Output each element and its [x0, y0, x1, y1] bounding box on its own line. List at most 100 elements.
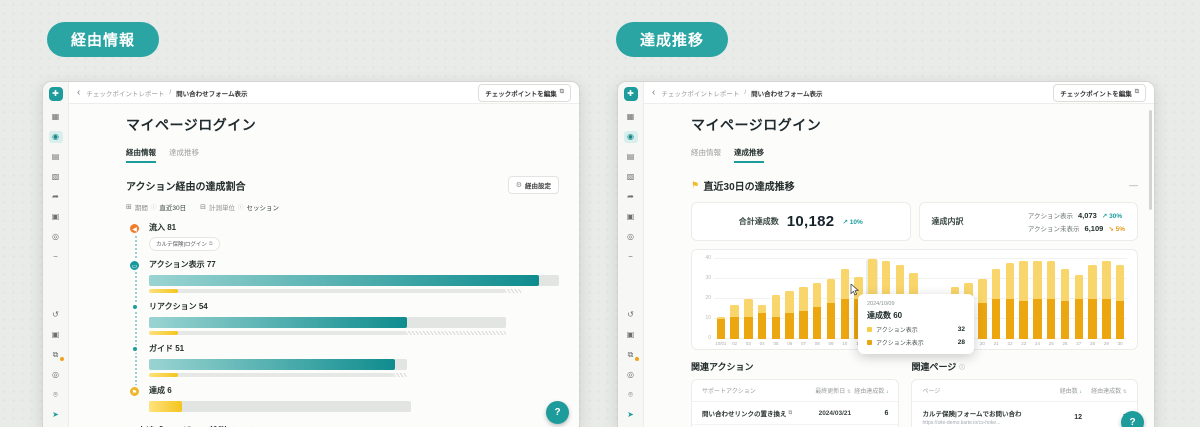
history-icon[interactable]: ↺: [624, 309, 638, 321]
tab-tassei-suii[interactable]: 達成推移: [734, 147, 764, 163]
external-link-icon: ⧉: [559, 89, 564, 95]
breadcrumb-root[interactable]: チェックポイントレポート: [661, 88, 739, 98]
tab-tassei-suii[interactable]: 達成推移: [169, 147, 199, 163]
bar-22[interactable]: [1004, 259, 1016, 339]
bar-05[interactable]: [770, 259, 782, 339]
breadcrumb-root[interactable]: チェックポイントレポート: [86, 88, 164, 98]
bar-02[interactable]: [729, 259, 741, 339]
bar-10-01[interactable]: [715, 259, 727, 339]
window-icon[interactable]: ▣: [624, 329, 638, 341]
target-icon[interactable]: ◎: [49, 231, 63, 243]
info-icon: ⓘ: [150, 205, 157, 211]
funnel-step-label: 達成 6: [149, 386, 172, 395]
window-icon[interactable]: ▣: [49, 329, 63, 341]
bar-26[interactable]: [1059, 259, 1071, 339]
users-icon[interactable]: ◉: [48, 131, 63, 143]
app-logo-icon[interactable]: ✚: [48, 87, 63, 101]
filter-period[interactable]: ⊞ 期間 ⓘ 直近30日: [126, 202, 186, 212]
topbar: ‹ チェックポイントレポート / 問い合わせフォーム表示 チェックポイントを編集…: [69, 82, 579, 104]
send-icon[interactable]: ➤: [624, 409, 638, 421]
grid-icon[interactable]: ▦: [624, 111, 638, 123]
share-icon[interactable]: ➦: [624, 191, 638, 203]
edit-checkpoint-label: チェックポイントを編集: [485, 90, 557, 98]
bar-24[interactable]: [1032, 259, 1044, 339]
doc-icon[interactable]: ▧: [624, 171, 638, 183]
tab-keiyu-joho[interactable]: 経由情報: [126, 147, 156, 163]
megaphone-icon: ◀: [128, 222, 141, 235]
route-settings-button[interactable]: ⚙ 経由設定: [507, 176, 559, 194]
table-row[interactable]: 問い合わせリンクの置き換え ⧉ 2024/03/21 6: [692, 402, 898, 424]
tab-bar: 経由情報 達成推移: [691, 147, 1138, 163]
globe-icon[interactable]: ⌾: [49, 389, 63, 401]
bar-23[interactable]: [1018, 259, 1030, 339]
bar-21[interactable]: [990, 259, 1002, 339]
funnel-bar: [149, 401, 559, 412]
board-icon[interactable]: ▤: [624, 151, 638, 163]
support-fab[interactable]: ?: [546, 401, 569, 424]
copy-icon[interactable]: ⧉: [49, 349, 64, 361]
edit-checkpoint-button[interactable]: チェックポイントを編集 ⧉: [1053, 83, 1146, 102]
back-icon[interactable]: ‹: [77, 87, 80, 98]
bar-06[interactable]: [784, 259, 796, 339]
copy-icon[interactable]: ⧉: [624, 349, 639, 361]
minus-icon[interactable]: −: [49, 251, 63, 263]
calendar-icon: ⊞: [126, 204, 132, 211]
minus-icon[interactable]: −: [624, 251, 638, 263]
send-icon[interactable]: ➤: [49, 409, 63, 421]
grid-icon[interactable]: ▦: [49, 111, 63, 123]
app-sidebar: ✚ ▦ ◉ ▤ ▧ ➦ ▣ ◎ − ↺ ▣ ⧉ ◎ ⌾ ➤: [43, 82, 69, 427]
sort-down-icon[interactable]: ↓: [886, 389, 889, 395]
sort-icon[interactable]: ⇅: [1123, 389, 1127, 395]
related-pages-title: 関連ページ ⓘ: [911, 362, 965, 372]
funnel-subbar: [149, 289, 559, 293]
bar-09[interactable]: [825, 259, 837, 339]
target-icon[interactable]: ◎: [624, 231, 638, 243]
history-icon[interactable]: ↺: [49, 309, 63, 321]
back-icon[interactable]: ‹: [652, 87, 655, 98]
bar-20[interactable]: [977, 259, 989, 339]
book-icon[interactable]: ▣: [49, 211, 63, 223]
globe-icon[interactable]: ⌾: [624, 389, 638, 401]
bar-04[interactable]: [756, 259, 768, 339]
filter-bar: ⊞ 期間 ⓘ 直近30日 ⊟ 計測単位 ⓘ セッション: [126, 202, 559, 212]
funnel-step-reaction: リアクション 54: [126, 301, 559, 335]
series-swatch: [867, 340, 872, 345]
users-icon[interactable]: ◉: [623, 131, 638, 143]
chart-tooltip: 2024/10/09 達成数 60 アクション表示 32 アクション未表示 28: [858, 294, 974, 354]
tab-keiyu-joho[interactable]: 経由情報: [691, 147, 721, 163]
bar-10[interactable]: [839, 259, 851, 339]
edit-checkpoint-button[interactable]: チェックポイントを編集 ⧉: [478, 83, 571, 102]
series-swatch: [867, 327, 872, 332]
scrollbar[interactable]: [1149, 110, 1152, 210]
book-icon[interactable]: ▣: [624, 211, 638, 223]
page-chip[interactable]: カルテ保険|ログイン ⧉: [149, 237, 220, 251]
edit-checkpoint-label: チェックポイントを編集: [1060, 90, 1132, 98]
bar-27[interactable]: [1073, 259, 1085, 339]
page-url: https://site-demo.karte.io/cs-hoke...: [922, 420, 1001, 426]
bar-07[interactable]: [798, 259, 810, 339]
app-logo-icon[interactable]: ✚: [623, 87, 638, 101]
doc-icon[interactable]: ▧: [49, 171, 63, 183]
bar-25[interactable]: [1045, 259, 1057, 339]
table-row[interactable]: カルテ保険|フォームでお問い合わ https://site-demo.karte…: [912, 402, 1137, 427]
bar-30[interactable]: [1114, 259, 1126, 339]
page-title: マイページログイン: [691, 117, 822, 133]
bar-08[interactable]: [811, 259, 823, 339]
support-fab[interactable]: ?: [1121, 411, 1144, 427]
breakdown-row: アクション表示 4,073 ↗ 30%: [1027, 211, 1123, 220]
bar-03[interactable]: [743, 259, 755, 339]
bar-28[interactable]: [1087, 259, 1099, 339]
info-icon: ⓘ: [238, 205, 244, 211]
help-icon[interactable]: ◎: [49, 369, 63, 381]
cursor-icon: [850, 284, 859, 296]
window-tassei-suii: ✚ ▦ ◉ ▤ ▧ ➦ ▣ ◎ − ↺ ▣ ⧉ ◎ ⌾ ➤ ‹ チェックポイントレポート / 問い合わせフォ…: [617, 81, 1155, 427]
filter-unit[interactable]: ⊟ 計測単位 ⓘ セッション: [200, 202, 279, 212]
tooltip-date: 2024/10/09: [867, 301, 895, 307]
board-icon[interactable]: ▤: [49, 151, 63, 163]
section-title-trend: 直近30日の達成推移: [703, 181, 795, 193]
bar-29[interactable]: [1100, 259, 1112, 339]
delta-down-badge: ↘ 5%: [1108, 226, 1125, 233]
collapse-icon[interactable]: —: [1129, 180, 1138, 190]
help-icon[interactable]: ◎: [624, 369, 638, 381]
share-icon[interactable]: ➦: [49, 191, 63, 203]
